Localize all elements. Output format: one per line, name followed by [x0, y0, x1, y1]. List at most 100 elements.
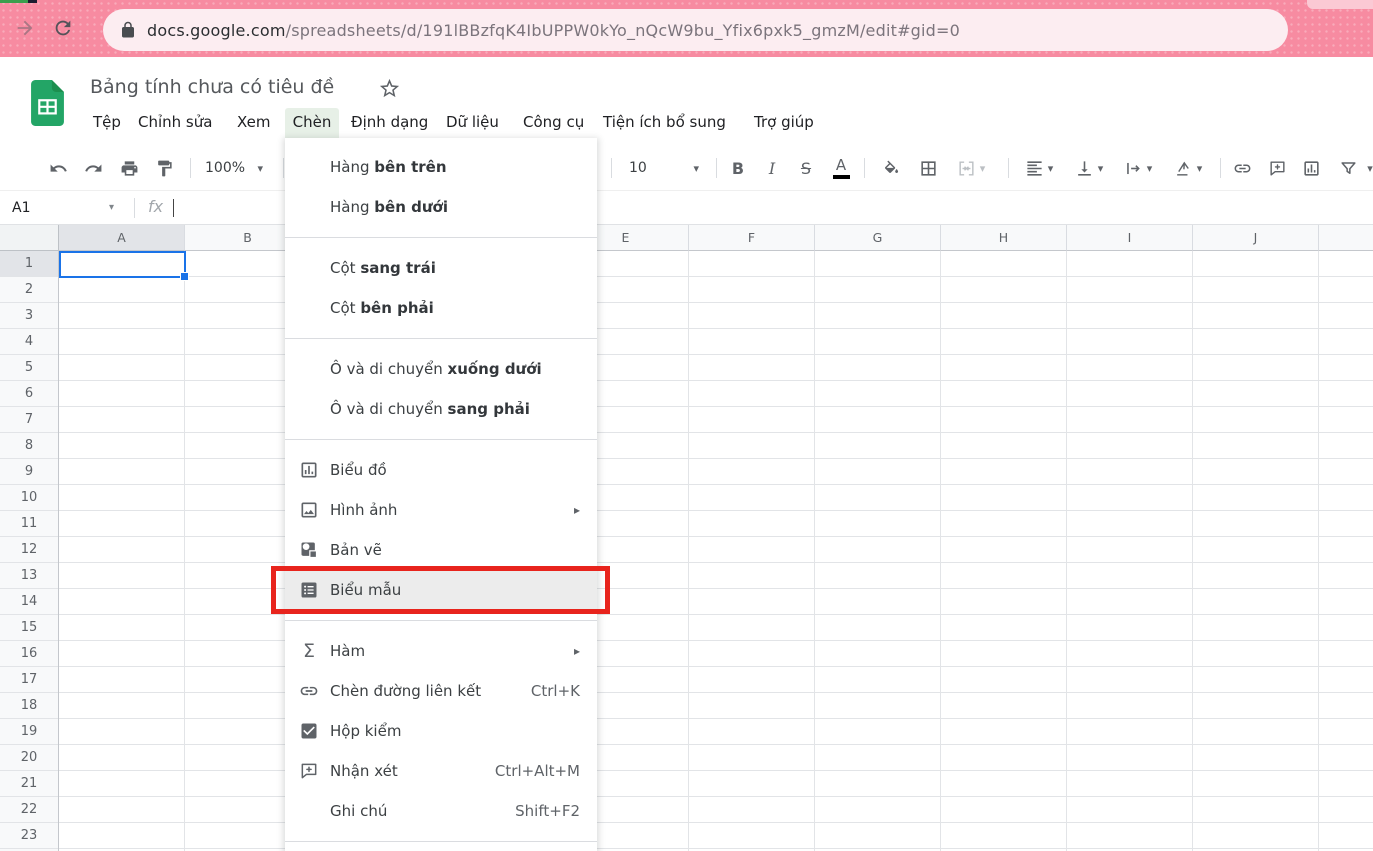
create-filter-icon	[1339, 159, 1358, 178]
menu-item-insert-link[interactable]: Chèn đường liên kếtCtrl+K	[285, 671, 597, 711]
row-header-10[interactable]: 10	[0, 485, 58, 511]
column-header-G[interactable]: G	[815, 225, 941, 251]
borders-button[interactable]	[913, 153, 943, 183]
row-header-2[interactable]: 2	[0, 277, 58, 303]
insert-comment-button[interactable]	[1262, 153, 1292, 183]
strikethrough-button[interactable]: S	[791, 153, 821, 183]
row-header-6[interactable]: 6	[0, 381, 58, 407]
zoom-select[interactable]: 100%▾	[196, 153, 272, 183]
fill-color-button[interactable]	[876, 153, 906, 183]
row-header-22[interactable]: 22	[0, 797, 58, 823]
menubar-item-add-ons[interactable]: Tiện ích bổ sung	[598, 108, 731, 137]
menu-bar: TệpChỉnh sửaXemChènĐịnh dạngDữ liệuCông …	[0, 57, 1373, 145]
text-cursor	[173, 199, 174, 217]
menu-item-drawing[interactable]: Bản vẽ	[285, 530, 597, 570]
reload-icon[interactable]	[52, 17, 74, 39]
address-bar[interactable]: docs.google.com/spreadsheets/d/191lBBzfq…	[103, 9, 1288, 51]
menu-item-row-above[interactable]: Hàng bên trên	[285, 147, 597, 187]
paint-format-button[interactable]	[149, 153, 179, 183]
print-button[interactable]	[114, 153, 144, 183]
menubar-item-format[interactable]: Định dạng	[346, 108, 433, 137]
row-header-19[interactable]: 19	[0, 719, 58, 745]
cells-area[interactable]	[59, 251, 1373, 851]
row-header-14[interactable]: 14	[0, 589, 58, 615]
row-header-18[interactable]: 18	[0, 693, 58, 719]
row-header-9[interactable]: 9	[0, 459, 58, 485]
merge-cells-icon	[957, 159, 976, 178]
row-header-8[interactable]: 8	[0, 433, 58, 459]
divider	[134, 198, 135, 218]
column-header-F[interactable]: F	[689, 225, 815, 251]
menu-item-note[interactable]: Ghi chúShift+F2	[285, 791, 597, 831]
vertical-align-button[interactable]: ▾	[1066, 153, 1112, 183]
menu-separator	[285, 620, 597, 621]
fill-handle[interactable]	[180, 272, 189, 281]
url-text: docs.google.com/spreadsheets/d/191lBBzfq…	[147, 21, 960, 40]
column-header-I[interactable]: I	[1067, 225, 1193, 251]
menubar-item-view[interactable]: Xem	[232, 108, 275, 137]
menubar-item-edit[interactable]: Chỉnh sửa	[133, 108, 217, 137]
spreadsheet-grid[interactable]: ABCDEFGHIJ 12345678910111213141516171819…	[0, 225, 1373, 851]
bold-button[interactable]: B	[723, 153, 753, 183]
italic-button[interactable]: I	[757, 153, 787, 183]
shortcut-label: Ctrl+Alt+M	[495, 762, 580, 780]
menu-item-function[interactable]: ΣHàm▸	[285, 631, 597, 671]
menu-item-column-left[interactable]: Cột sang trái	[285, 248, 597, 288]
text-wrap-button[interactable]: ▾	[1115, 153, 1161, 183]
menubar-item-data[interactable]: Dữ liệu	[441, 108, 504, 137]
menu-item-cells-shift-down[interactable]: Ô và di chuyển xuống dưới	[285, 349, 597, 389]
forward-arrow-icon[interactable]	[14, 17, 36, 39]
name-box[interactable]: A1 ▾	[12, 191, 114, 224]
row-header-12[interactable]: 12	[0, 537, 58, 563]
menu-item-checkbox[interactable]: Hộp kiểm	[285, 711, 597, 751]
row-header-23[interactable]: 23	[0, 823, 58, 849]
drawing-icon	[298, 539, 320, 561]
menu-item-chart[interactable]: Biểu đồ	[285, 450, 597, 490]
vertical-align-icon	[1075, 159, 1094, 178]
column-header-J[interactable]: J	[1193, 225, 1319, 251]
menu-item-cells-shift-right[interactable]: Ô và di chuyển sang phải	[285, 389, 597, 429]
row-header-11[interactable]: 11	[0, 511, 58, 537]
insert-link-icon	[1233, 159, 1252, 178]
insert-chart-button[interactable]	[1296, 153, 1326, 183]
row-header-15[interactable]: 15	[0, 615, 58, 641]
checkbox-icon	[298, 720, 320, 742]
merge-cells-button[interactable]: ▾	[948, 153, 994, 183]
sigma-icon: Σ	[298, 640, 320, 662]
column-header-H[interactable]: H	[941, 225, 1067, 251]
zoom-select-value: 100%	[205, 160, 245, 176]
menu-item-comment[interactable]: Nhận xétCtrl+Alt+M	[285, 751, 597, 791]
menubar-item-tools[interactable]: Công cụ	[518, 108, 589, 137]
row-header-16[interactable]: 16	[0, 641, 58, 667]
menu-item-image[interactable]: Hình ảnh▸	[285, 490, 597, 530]
text-rotation-button[interactable]: ▾	[1165, 153, 1211, 183]
chevron-down-icon: ▾	[1197, 163, 1203, 174]
text-color-button[interactable]: A	[826, 153, 856, 183]
menu-item-label-bold: sang phải	[448, 400, 530, 418]
select-all-corner[interactable]	[0, 225, 59, 251]
create-filter-button[interactable]	[1333, 153, 1363, 183]
insert-link-button[interactable]	[1227, 153, 1257, 183]
font-size-select[interactable]: 10▾	[620, 153, 708, 183]
menu-item-row-below[interactable]: Hàng bên dưới	[285, 187, 597, 227]
row-header-3[interactable]: 3	[0, 303, 58, 329]
row-header-5[interactable]: 5	[0, 355, 58, 381]
menu-item-label: Hàm	[330, 642, 365, 660]
row-header-4[interactable]: 4	[0, 329, 58, 355]
row-header-21[interactable]: 21	[0, 771, 58, 797]
row-header-7[interactable]: 7	[0, 407, 58, 433]
more-toolbar-caret[interactable]: ▾	[1362, 153, 1373, 183]
row-header-20[interactable]: 20	[0, 745, 58, 771]
row-header-13[interactable]: 13	[0, 563, 58, 589]
row-header-17[interactable]: 17	[0, 667, 58, 693]
menu-item-column-right[interactable]: Cột bên phải	[285, 288, 597, 328]
menubar-item-file[interactable]: Tệp	[88, 108, 126, 137]
menu-separator	[285, 841, 597, 842]
horizontal-align-button[interactable]: ▾	[1016, 153, 1062, 183]
row-header-1[interactable]: 1	[0, 251, 58, 277]
column-header-partial[interactable]	[1319, 225, 1373, 251]
redo-button[interactable]	[78, 153, 108, 183]
undo-button[interactable]	[43, 153, 73, 183]
column-header-A[interactable]: A	[59, 225, 185, 251]
menubar-item-help[interactable]: Trợ giúp	[749, 108, 819, 137]
